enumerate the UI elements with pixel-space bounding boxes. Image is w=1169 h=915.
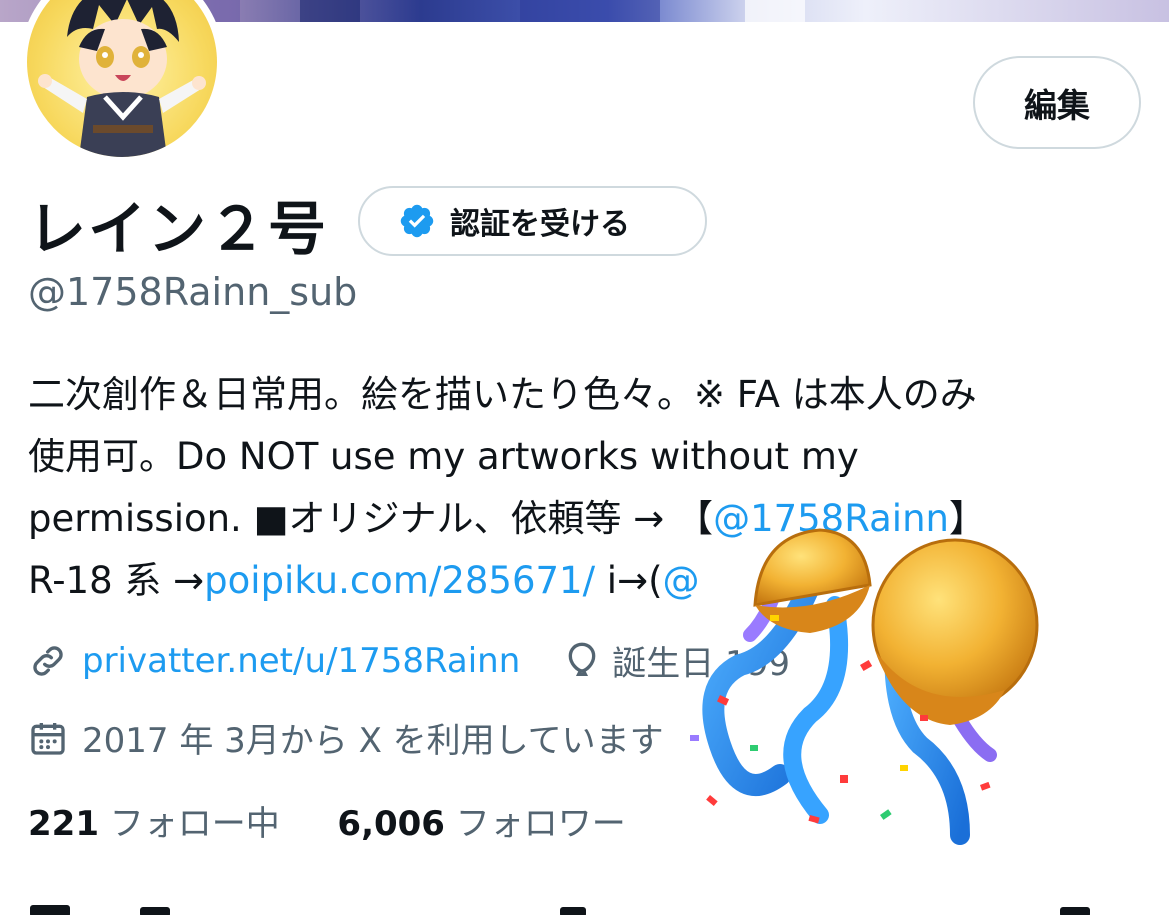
following-label: フォロー中 [109,804,280,844]
followers-link[interactable]: 6,006 フォロワー [337,804,625,844]
website-link[interactable]: privatter.net/u/1758Rainn [82,641,520,681]
bio-text: 】 [948,497,986,540]
bio-text: R-18 系 → [28,559,205,602]
bio-text: i→( [595,559,663,602]
edit-profile-button[interactable]: 編集 [973,56,1141,149]
bio-url-link[interactable]: poipiku.com/285671/ [204,559,595,602]
get-verified-button[interactable]: 認証を受ける [358,186,707,256]
balloon-icon [568,642,596,676]
followers-label: フォロワー [455,804,626,844]
link-icon [33,645,63,676]
profile-meta-row: privatter.net/u/1758Rainn 誕生日 199 日 [28,636,974,685]
joined-date: 2017 年 3月から X を利用しています [82,721,664,761]
edit-profile-label: 編集 [1024,85,1090,125]
bio-mention-link-2-tail[interactable]: 2 [950,559,974,602]
bio-mention-link-2[interactable]: @ [663,559,700,602]
bio-line-4: R-18 系 →poipiku.com/285671/ i→(@ 2 ) [28,550,1138,612]
follow-stats: 221 フォロー中 6,006 フォロワー [28,796,626,845]
bio-line-2: 使用可。Do NOT use my artworks without my [28,435,859,478]
calendar-icon [31,722,65,755]
avatar[interactable] [20,0,224,164]
bio-line-1: 二次創作＆日常用。絵を描いたり色々。※ FA は本人のみ [28,373,977,416]
user-handle: @1758Rainn_sub [28,270,358,314]
following-link[interactable]: 221 フォロー中 [28,804,280,844]
profile-bio: 二次創作＆日常用。絵を描いたり色々。※ FA は本人のみ 使用可。Do NOT … [28,364,1138,612]
bio-text: ) [973,559,1000,602]
followers-count: 6,006 [337,804,445,844]
birthday-text-tail: 日 [939,644,974,684]
birthday-text: 誕生日 199 [612,644,790,684]
bio-mention-link[interactable]: @1758Rainn [713,497,949,540]
verified-badge-icon [400,204,434,238]
bio-text: permission. ■オリジナル、依頼等 → 【 [28,497,714,540]
avatar-image [27,0,217,157]
joined-row: 2017 年 3月から X を利用しています [28,713,664,762]
following-count: 221 [28,804,99,844]
display-name: レイン２号 [28,195,329,263]
get-verified-label: 認証を受ける [450,207,630,242]
next-section-edge [0,895,1169,915]
bio-line-3: permission. ■オリジナル、依頼等 → 【@1758Rainn】 [28,488,1138,550]
